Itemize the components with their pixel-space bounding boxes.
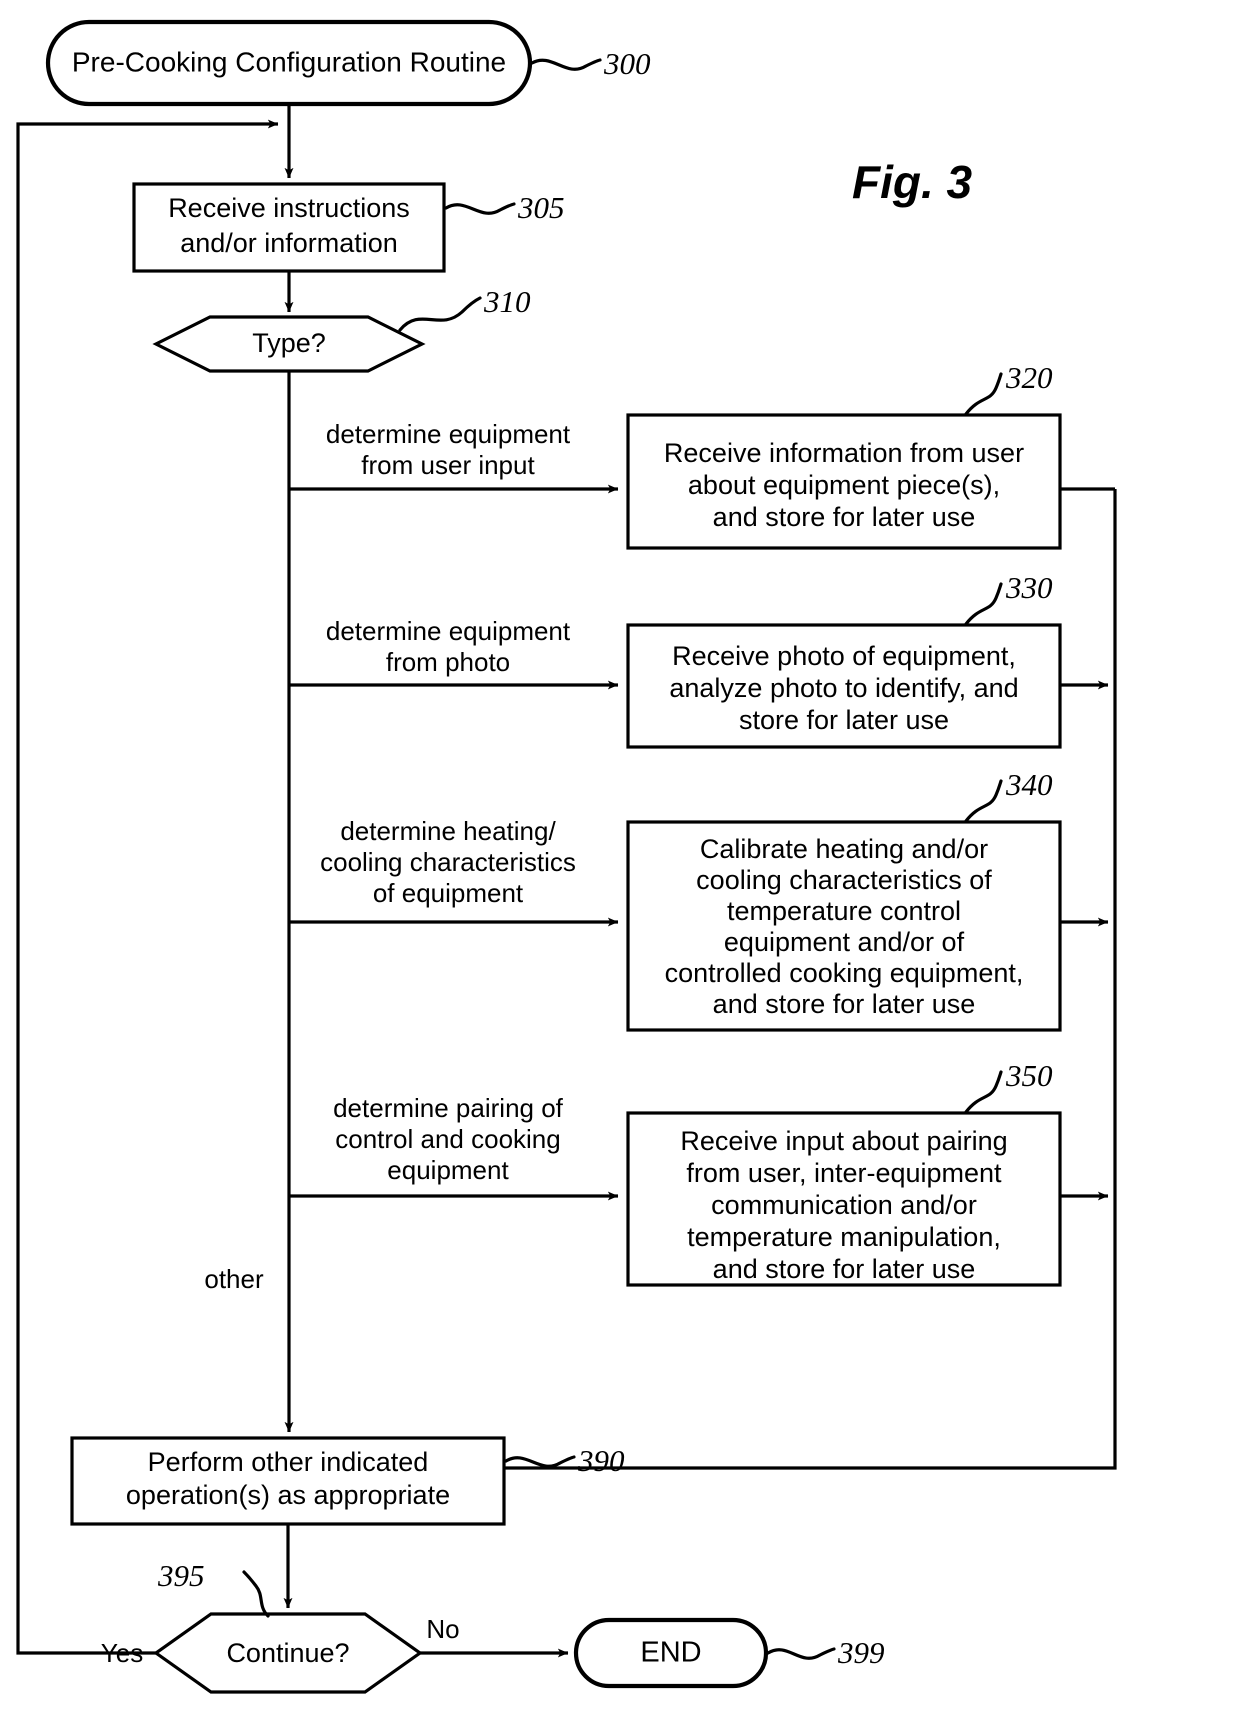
- ref-number-340: 340: [1005, 767, 1053, 802]
- box-340-line-5: controlled cooking equipment,: [665, 958, 1024, 988]
- box-320-line-3: and store for later use: [713, 502, 976, 532]
- ref-number-300: 300: [603, 46, 651, 81]
- branch-label-350-line-2: control and cooking: [335, 1124, 560, 1154]
- ref-number-330: 330: [1005, 570, 1053, 605]
- ref-number-350: 350: [1005, 1058, 1053, 1093]
- leader-line-310: [398, 296, 482, 332]
- leader-line-305: [444, 202, 516, 215]
- branch-label-350-line-3: equipment: [387, 1155, 509, 1185]
- branch-label-340-line-2: cooling characteristics: [320, 847, 576, 877]
- patent-flowchart-figure-3: Fig. 3 Pre-Cooking Configuration Routine…: [16, 19, 1117, 1694]
- box-320-line-1: Receive information from user: [664, 438, 1024, 468]
- box-350-line-5: and store for later use: [713, 1254, 976, 1284]
- continue-decision-label: Continue?: [226, 1638, 349, 1668]
- box-320-line-2: about equipment piece(s),: [688, 470, 1000, 500]
- branch-label-other: other: [204, 1264, 264, 1294]
- leader-line-390: [504, 1455, 576, 1468]
- branch-label-320-line-2: from user input: [361, 450, 535, 480]
- leader-line-300: [530, 58, 602, 71]
- box-330-line-3: store for later use: [739, 705, 949, 735]
- ref-number-399: 399: [837, 1635, 885, 1670]
- type-decision-label: Type?: [252, 328, 326, 358]
- branch-label-340-line-3: of equipment: [373, 878, 524, 908]
- box-350-line-2: from user, inter-equipment: [686, 1158, 1002, 1188]
- box-330-line-2: analyze photo to identify, and: [669, 673, 1018, 703]
- leader-line-395: [242, 1570, 270, 1618]
- branch-label-no: No: [426, 1614, 459, 1644]
- ref-number-310: 310: [483, 284, 531, 319]
- leader-line-350: [964, 1070, 1003, 1114]
- box-340-line-1: Calibrate heating and/or: [700, 834, 988, 864]
- ref-number-395: 395: [157, 1558, 205, 1593]
- figure-label: Fig. 3: [852, 156, 973, 208]
- leader-line-340: [964, 779, 1003, 823]
- start-terminator-label: Pre-Cooking Configuration Routine: [72, 46, 506, 77]
- ref-number-320: 320: [1005, 360, 1053, 395]
- box-340-line-2: cooling characteristics of: [696, 865, 992, 895]
- ref-number-305: 305: [517, 190, 565, 225]
- branch-label-330-line-2: from photo: [386, 647, 510, 677]
- box-330-line-1: Receive photo of equipment,: [672, 641, 1016, 671]
- box-350-line-1: Receive input about pairing: [680, 1126, 1007, 1156]
- leader-line-320: [964, 372, 1003, 416]
- branch-label-320-line-1: determine equipment: [326, 419, 571, 449]
- box-340-line-6: and store for later use: [713, 989, 976, 1019]
- ref-number-390: 390: [577, 1443, 625, 1478]
- leader-line-399: [766, 1647, 836, 1660]
- end-terminator-label: END: [640, 1637, 701, 1669]
- box-390-line-2: operation(s) as appropriate: [126, 1480, 450, 1510]
- leader-line-330: [964, 582, 1003, 626]
- branch-label-350-line-1: determine pairing of: [333, 1093, 564, 1123]
- box-350-line-4: temperature manipulation,: [687, 1222, 1001, 1252]
- box-340-line-4: equipment and/or of: [724, 927, 965, 957]
- box-340-line-3: temperature control: [727, 896, 961, 926]
- box-390-line-1: Perform other indicated: [148, 1447, 429, 1477]
- branch-label-340-line-1: determine heating/: [340, 816, 556, 846]
- receive-instructions-line-2: and/or information: [180, 228, 398, 258]
- receive-instructions-line-1: Receive instructions: [168, 193, 410, 223]
- branch-label-330-line-1: determine equipment: [326, 616, 571, 646]
- box-350-line-3: communication and/or: [711, 1190, 977, 1220]
